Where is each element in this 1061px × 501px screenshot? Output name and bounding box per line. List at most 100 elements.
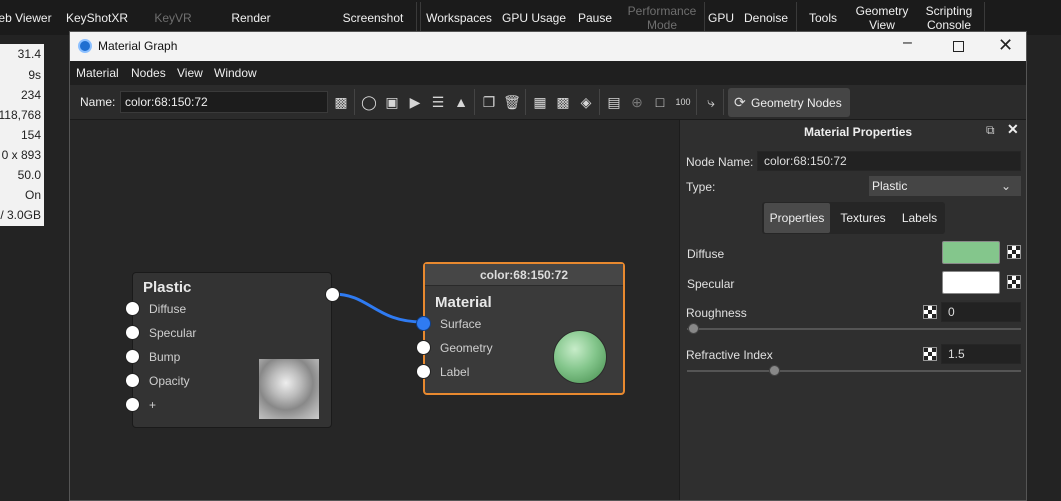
menu-window[interactable]: Window — [214, 61, 257, 85]
performance-mode-button[interactable]: Performance Mode — [624, 0, 700, 35]
port-label: Bump — [149, 350, 181, 364]
close-panel-icon[interactable]: ✕ — [1007, 121, 1019, 138]
scripting-console-button[interactable]: Scripting Console — [918, 0, 980, 35]
arrange-nodes-icon[interactable]: ▤ — [605, 93, 623, 111]
output-port[interactable] — [325, 287, 340, 302]
input-port-specular[interactable] — [125, 325, 140, 340]
add-texture-icon[interactable]: ▩ — [554, 93, 572, 111]
refresh-icon: ⟳ — [734, 94, 746, 110]
input-port-add[interactable] — [125, 397, 140, 412]
toolbar-divider — [525, 89, 526, 115]
material-properties-panel: Material Properties ⧉ ✕ Node Name: color… — [679, 120, 1026, 500]
adjust-sliders-icon[interactable]: ☰ — [429, 93, 447, 111]
toolbar-divider — [796, 2, 797, 32]
geometry-view-button[interactable]: Geometry View — [850, 0, 914, 35]
input-port-label[interactable] — [416, 364, 431, 379]
minimize-icon[interactable]: – — [903, 34, 912, 52]
keyshotxr-button[interactable]: KeyShotXR — [58, 0, 136, 35]
stat-value: 234 — [20, 88, 41, 102]
window-title: Material Graph — [98, 39, 178, 53]
save-icon[interactable]: ▩ — [332, 93, 350, 111]
toolbar-divider — [723, 89, 724, 115]
specular-color-swatch[interactable] — [942, 271, 1000, 294]
toolbar-divider — [420, 2, 421, 32]
render-stats-panel: 31.4 9s 234 118,768 154 0 x 893 50.0 On … — [0, 44, 44, 226]
menu-bar: Material Nodes View Window — [70, 61, 1026, 85]
keyvr-button[interactable]: KeyVR — [140, 0, 206, 35]
geometry-nodes-label: Geometry Nodes — [751, 96, 842, 110]
node-name-input[interactable]: color:68:150:72 — [757, 151, 1021, 171]
node-header: color:68:150:72 — [425, 264, 623, 286]
undock-icon[interactable]: ⧉ — [986, 123, 995, 138]
diffuse-texture-icon[interactable] — [1007, 245, 1021, 259]
toolbar-divider — [474, 89, 475, 115]
material-node[interactable]: color:68:150:72 Material Surface Geometr… — [416, 262, 625, 395]
label-icon[interactable]: ▲ — [452, 93, 470, 111]
tab-properties[interactable]: Properties — [764, 203, 830, 233]
menu-view[interactable]: View — [177, 61, 203, 85]
port-label: Surface — [440, 317, 482, 331]
stat-value: 50.0 — [17, 168, 41, 182]
checker-texture-icon[interactable]: ▣ — [383, 93, 401, 111]
material-name-input[interactable]: color:68:150:72 — [120, 91, 328, 113]
web-viewer-button[interactable]: eb Viewer — [0, 0, 54, 35]
gpu-toggle[interactable]: GPU — [706, 0, 736, 35]
port-label: Geometry — [440, 341, 493, 355]
material-ball-icon[interactable]: ◯ — [360, 93, 378, 111]
stat-value: / 3.0GB — [0, 208, 41, 222]
add-utility-icon[interactable]: ◈ — [577, 93, 595, 111]
workspaces-button[interactable]: Workspaces — [424, 0, 494, 35]
main-toolbar: eb Viewer KeyShotXR KeyVR Render Screens… — [0, 0, 1061, 35]
toolbar-divider — [354, 89, 355, 115]
input-port-surface[interactable] — [416, 316, 431, 331]
type-dropdown[interactable]: Plastic ⌄ — [869, 176, 1021, 196]
zoom-100-icon[interactable]: 100 — [674, 93, 692, 111]
screenshot-button[interactable]: Screenshot — [332, 0, 414, 35]
node-title: Plastic — [143, 279, 192, 296]
input-port-bump[interactable] — [125, 349, 140, 364]
refractive-texture-icon[interactable] — [923, 347, 937, 361]
close-icon[interactable]: ✕ — [998, 35, 1013, 56]
stat-value: 9s — [28, 68, 41, 82]
animation-icon[interactable]: ▶ — [406, 93, 424, 111]
specular-texture-icon[interactable] — [1007, 275, 1021, 289]
fit-view-icon[interactable]: □ — [651, 93, 669, 111]
center-view-icon[interactable]: ⊕ — [628, 93, 646, 111]
window-titlebar[interactable]: Material Graph – ✕ — [70, 32, 1026, 61]
render-button[interactable]: Render — [214, 0, 288, 35]
menu-nodes[interactable]: Nodes — [131, 61, 166, 85]
tab-textures[interactable]: Textures — [832, 203, 894, 233]
input-port-geometry[interactable] — [416, 340, 431, 355]
stat-value: 118,768 — [0, 108, 41, 122]
refractive-slider-track[interactable] — [687, 370, 1021, 372]
menu-material[interactable]: Material — [76, 61, 119, 85]
geometry-node-icon[interactable]: ⤷ — [702, 93, 720, 111]
diffuse-label: Diffuse — [687, 247, 725, 261]
input-port-diffuse[interactable] — [125, 301, 140, 316]
duplicate-icon[interactable]: ❐ — [480, 93, 498, 111]
roughness-texture-icon[interactable] — [923, 305, 937, 319]
tools-button[interactable]: Tools — [802, 0, 844, 35]
denoise-toggle[interactable]: Denoise — [740, 0, 792, 35]
refractive-slider-handle[interactable] — [769, 365, 780, 376]
refractive-index-input[interactable]: 1.5 — [941, 344, 1021, 364]
add-material-icon[interactable]: ▦ — [531, 93, 549, 111]
keyshot-logo-icon — [78, 39, 92, 53]
roughness-slider-handle[interactable] — [688, 323, 699, 334]
plastic-node[interactable]: Plastic Diffuse Specular Bump Opacity + — [125, 272, 340, 428]
toolbar-divider — [704, 2, 705, 32]
maximize-icon[interactable] — [953, 41, 964, 52]
delete-icon[interactable]: 🗑 — [503, 93, 521, 111]
pause-button[interactable]: Pause — [572, 0, 618, 35]
port-label: Specular — [149, 326, 197, 340]
roughness-label: Roughness — [686, 306, 747, 320]
input-port-opacity[interactable] — [125, 373, 140, 388]
diffuse-color-swatch[interactable] — [942, 241, 1000, 264]
roughness-input[interactable]: 0 — [941, 302, 1021, 322]
tab-labels[interactable]: Labels — [896, 203, 943, 233]
roughness-slider-track[interactable] — [687, 328, 1021, 330]
node-graph-canvas[interactable]: Plastic Diffuse Specular Bump Opacity + … — [70, 120, 679, 500]
gpu-usage-button[interactable]: GPU Usage — [500, 0, 568, 35]
geometry-nodes-button[interactable]: ⟳ Geometry Nodes — [728, 88, 850, 117]
panel-title: Material Properties — [804, 125, 913, 139]
